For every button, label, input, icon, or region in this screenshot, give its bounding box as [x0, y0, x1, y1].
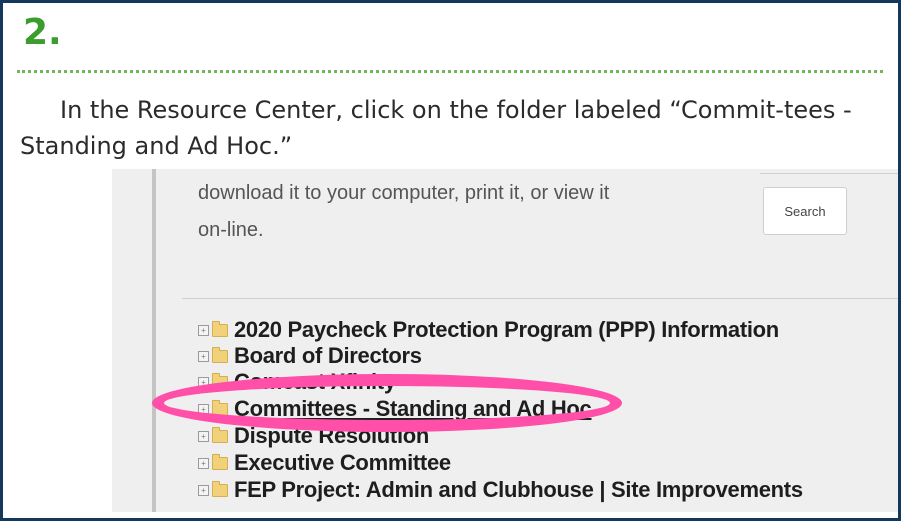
- resource-description: download it to your computer, print it, …: [198, 175, 758, 249]
- sidebar-rule: [152, 169, 156, 512]
- folder-item-committees[interactable]: + Committees - Standing and Ad Hoc: [198, 396, 592, 422]
- resource-description-line-1: download it to your computer, print it, …: [198, 182, 610, 204]
- expand-icon[interactable]: +: [198, 350, 209, 362]
- search-button[interactable]: Search: [763, 187, 847, 235]
- folder-item-ppp[interactable]: + 2020 Paycheck Protection Program (PPP)…: [198, 317, 779, 343]
- expand-icon[interactable]: +: [198, 403, 209, 415]
- folder-item-comcast-xfinity[interactable]: + Comcast Xfinity: [198, 369, 396, 395]
- expand-icon[interactable]: +: [198, 324, 209, 336]
- folder-item-dispute-resolution[interactable]: + Dispute Resolution: [198, 423, 429, 449]
- step-number: 2.: [23, 12, 62, 53]
- expand-icon[interactable]: +: [198, 376, 209, 388]
- folder-icon: [212, 480, 228, 497]
- folder-panel-rule: [182, 298, 898, 299]
- folder-icon: [212, 346, 228, 363]
- dotted-divider: [17, 70, 883, 73]
- expand-icon[interactable]: +: [198, 457, 209, 469]
- folder-label[interactable]: Executive Committee: [234, 450, 451, 476]
- folder-item-board-of-directors[interactable]: + Board of Directors: [198, 343, 422, 369]
- folder-icon: [212, 399, 228, 416]
- folder-icon: [212, 426, 228, 443]
- instruction-text: In the Resource Center, click on the fol…: [20, 96, 852, 160]
- search-field-edge: [760, 169, 898, 174]
- expand-icon[interactable]: +: [198, 484, 209, 496]
- folder-item-executive-committee[interactable]: + Executive Committee: [198, 450, 451, 476]
- folder-label[interactable]: Committees - Standing and Ad Hoc: [234, 396, 592, 422]
- folder-label[interactable]: FEP Project: Admin and Clubhouse | Site …: [234, 477, 803, 503]
- folder-label[interactable]: Dispute Resolution: [234, 423, 429, 449]
- folder-label[interactable]: Comcast Xfinity: [234, 369, 396, 395]
- folder-label[interactable]: Board of Directors: [234, 343, 422, 369]
- resource-center-screenshot: download it to your computer, print it, …: [112, 169, 898, 512]
- folder-icon: [212, 372, 228, 389]
- expand-icon[interactable]: +: [198, 430, 209, 442]
- folder-icon: [212, 453, 228, 470]
- instruction-card: 2. In the Resource Center, click on the …: [0, 0, 901, 521]
- folder-item-fep-project[interactable]: + FEP Project: Admin and Clubhouse | Sit…: [198, 477, 803, 503]
- folder-icon: [212, 320, 228, 337]
- resource-description-line-2: on-line.: [198, 219, 264, 241]
- folder-label[interactable]: 2020 Paycheck Protection Program (PPP) I…: [234, 317, 779, 343]
